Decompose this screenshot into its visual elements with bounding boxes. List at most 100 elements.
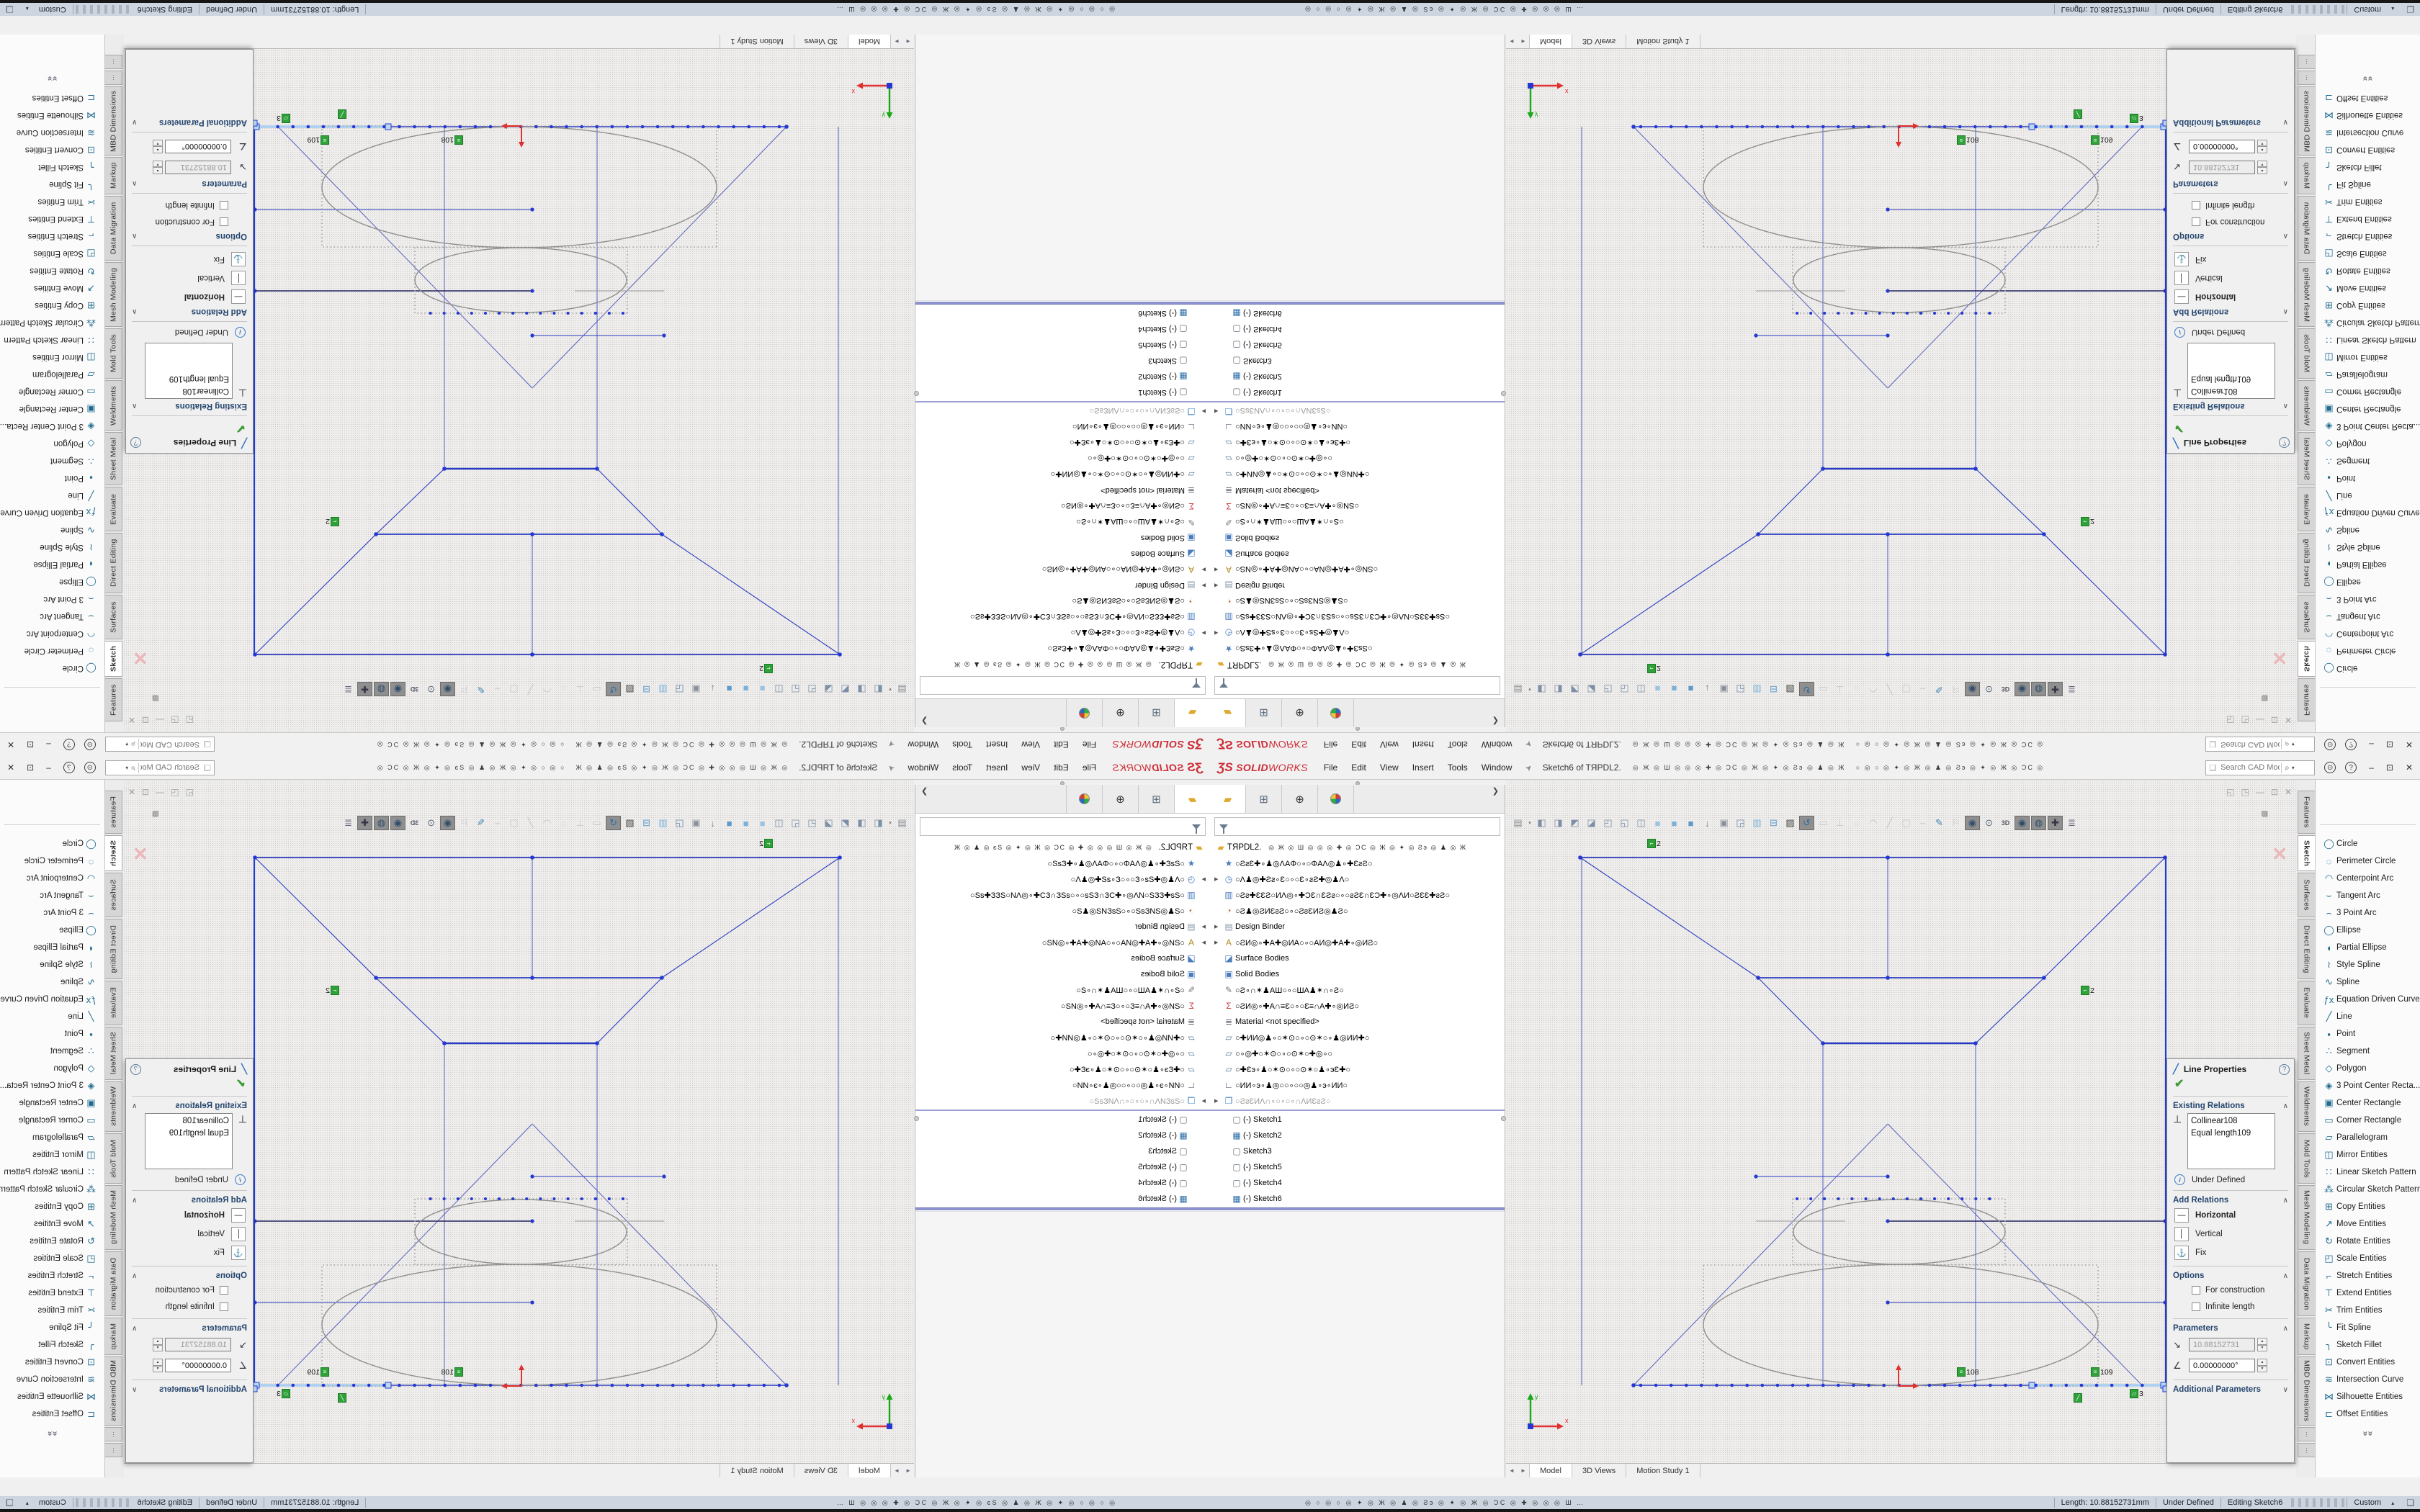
- expand-arrow-icon[interactable]: ▶: [1198, 1098, 1206, 1104]
- tree-item[interactable]: ▱ ○∘◎✚○✶⊙○∘○⊙✶○✚◎∘○: [1210, 451, 1505, 467]
- expand-arrow-icon[interactable]: ▶: [1198, 924, 1206, 930]
- close-button[interactable]: ✕: [7, 762, 14, 773]
- sketch-tool-item[interactable]: ╰ Fit Spline: [0, 1319, 104, 1336]
- tree-item[interactable]: ∟ ○ИИ∘э∘♟◎○○∘○○◎♟∘э∘ИИ○: [1210, 419, 1505, 435]
- feature-manager-tab[interactable]: ⊕: [1102, 699, 1138, 727]
- sketch-tree-item[interactable]: ▢ (-) Sketch4: [1226, 1175, 1505, 1191]
- restore-button[interactable]: ⊡: [2386, 739, 2393, 750]
- commandmanager-tab[interactable]: MBD Dimensions: [105, 86, 122, 156]
- menu-item[interactable]: Window: [908, 762, 939, 773]
- document-window-control[interactable]: —: [2256, 715, 2264, 725]
- sketch-tool-item[interactable]: ↗ Move Entities: [0, 279, 104, 297]
- rollback-bar[interactable]: [915, 302, 1210, 305]
- document-tab[interactable]: 3D Views: [1572, 35, 1626, 48]
- sketch-tool-item[interactable]: ◇ Polygon: [0, 435, 104, 452]
- parameter-input[interactable]: 10.88152731: [2189, 161, 2255, 174]
- menu-item[interactable]: Tools: [1448, 739, 1468, 750]
- sketch-tool-item[interactable]: ✂ Trim Entities: [2316, 193, 2420, 210]
- search-input[interactable]: [2219, 762, 2281, 773]
- add-relation-button[interactable]: │ Vertical: [2167, 1225, 2294, 1243]
- tree-item[interactable]: ≣ Material <not specified>: [1210, 1014, 1505, 1030]
- parameter-input[interactable]: 10.88152731: [165, 161, 231, 174]
- tree-root-item[interactable]: ▰ TЯPDL2. ◎ Ж ◎ Ш ◎ ◎ ◎ ✚ ◎ ƆС ◎ Ж ◎ ✦ ◎…: [915, 840, 1210, 855]
- sketch-tool-item[interactable]: ◫ Mirror Entities: [0, 348, 104, 366]
- sketch-tool-item[interactable]: ╮ Sketch Fillet: [2316, 158, 2420, 176]
- spinner[interactable]: ▲▼: [2257, 1338, 2267, 1351]
- tree-item[interactable]: ▱ ○✚Ɛэ∘♟○✶⊙○∘○⊙✶○♟∘эƐ✚○: [1210, 1061, 1505, 1077]
- spinner[interactable]: ▲▼: [2257, 140, 2267, 153]
- sketch-tool-item[interactable]: ≀ Style Spline: [2316, 539, 2420, 556]
- sketch-tool-item[interactable]: ∴ Segment: [2316, 1043, 2420, 1060]
- search-input[interactable]: [2219, 739, 2281, 750]
- add-relations-header[interactable]: Add Relations∧: [126, 306, 253, 318]
- sketch-tool-item[interactable]: ↻ Rotate Entities: [2316, 1233, 2420, 1250]
- sketch-tool-item[interactable]: ⌢ 3 Point Arc: [2316, 590, 2420, 608]
- search-caret-icon[interactable]: ▾: [2292, 742, 2295, 748]
- sketch-tool-item[interactable]: ╱ Line: [2316, 1008, 2420, 1025]
- sketch-tool-item[interactable]: ╱ Line: [0, 1008, 104, 1025]
- sketch-tool-item[interactable]: ∴ Segment: [2316, 452, 2420, 469]
- tree-item[interactable]: ▶ ❐ ○ƧƨƐИΛ∩∘○∘○∘∩ΛИƐƨƧ○: [1210, 403, 1505, 419]
- menu-item[interactable]: View: [1021, 762, 1040, 773]
- tabs-overflow-arrow[interactable]: ❯: [1487, 786, 1505, 796]
- relations-listbox[interactable]: Collinear108Equal length109: [2187, 1113, 2275, 1169]
- sketch-tool-item[interactable]: ◇ Polygon: [2316, 1060, 2420, 1077]
- add-relation-button[interactable]: — Horizontal: [126, 1206, 253, 1225]
- relation-entry[interactable]: Collinear108: [145, 384, 229, 397]
- search-box[interactable]: ❑ ⌕ ▾: [105, 737, 215, 752]
- commandmanager-tab[interactable]: Evaluate: [2298, 487, 2315, 531]
- sketch-tool-item[interactable]: ▱ Parallelogram: [2316, 366, 2420, 383]
- option-row[interactable]: For construction: [2167, 214, 2294, 230]
- expand-arrow-icon[interactable]: ▶: [1214, 1098, 1222, 1104]
- search-box[interactable]: ❑ ⌕ ▾: [105, 760, 215, 775]
- relation-entry[interactable]: Equal length109: [145, 372, 229, 384]
- tree-item[interactable]: ◪ Surface Bodies: [915, 546, 1210, 562]
- sketch-tool-item[interactable]: ◖ Partial Ellipse: [2316, 939, 2420, 956]
- panel-help-icon[interactable]: ?: [130, 1064, 141, 1075]
- sketch-tool-item[interactable]: ▭ Corner Rectangle: [0, 383, 104, 400]
- rollback-bar-top[interactable]: [915, 1110, 1210, 1111]
- menu-item[interactable]: Edit: [1054, 739, 1069, 750]
- commandmanager-tab[interactable]: Features: [2298, 678, 2315, 721]
- more-items-chevron[interactable]: »»: [2316, 73, 2420, 84]
- tab-scroll-button[interactable]: ►: [891, 1464, 902, 1477]
- tree-item[interactable]: ▱ ○∘◎✚○✶⊙○∘○⊙✶○✚◎∘○: [915, 1045, 1210, 1061]
- tree-item[interactable]: ★ ○ƧƨƐ✚∘♟◎ΛАΦ○∘○ΦАΛ◎♟∘✚ƐƨƧ○: [915, 855, 1210, 871]
- tree-item[interactable]: Σ ○ƧИ◎∘✚А∩≡Ɛ○∘○Ɛ≡∩А✚∘◎ИƧ○: [1210, 998, 1505, 1014]
- sketch-tool-item[interactable]: ╮ Sketch Fillet: [0, 1336, 104, 1354]
- sketch-tool-item[interactable]: ◯ Ellipse: [0, 922, 104, 939]
- additional-parameters-header[interactable]: Additional Parameters∨: [126, 117, 253, 128]
- sketch-tool-item[interactable]: ↗ Move Entities: [0, 1215, 104, 1233]
- tree-item[interactable]: ▣ Solid Bodies: [915, 530, 1210, 546]
- existing-relations-header[interactable]: Existing Relations∧: [126, 1100, 253, 1112]
- document-window-control[interactable]: —: [2256, 787, 2264, 797]
- expand-arrow-icon[interactable]: ▶: [1214, 582, 1222, 588]
- commandmanager-tab[interactable]: ⋮: [105, 1427, 122, 1441]
- tree-item[interactable]: ★ ○ƧƨƐ✚∘♟◎ΛАΦ○∘○ΦАΛ◎♟∘✚ƐƨƧ○: [1210, 855, 1505, 871]
- sketch-tool-item[interactable]: ⌐ Stretch Entities: [2316, 228, 2420, 245]
- sketch-tool-item[interactable]: ⊤ Extend Entities: [0, 1284, 104, 1302]
- tree-item[interactable]: ▶ ▤ Design Binder: [1210, 577, 1505, 593]
- document-tab[interactable]: 3D Views: [794, 1464, 848, 1477]
- parameter-input[interactable]: 0.00000000°: [165, 1359, 231, 1372]
- existing-relations-header[interactable]: Existing Relations∧: [2167, 1100, 2294, 1112]
- tab-scroll-button[interactable]: ◄: [1506, 35, 1518, 48]
- sketch-tool-item[interactable]: ◌ Perimeter Circle: [0, 642, 104, 660]
- commandmanager-tab[interactable]: ⋮: [105, 55, 122, 69]
- relations-listbox[interactable]: Collinear108Equal length109: [145, 1113, 233, 1169]
- tree-item[interactable]: ▱ ○✚ИИ◎♟∘○✶⊙○∘○⊙✶○∘♟◎ИИ✚○: [1210, 467, 1505, 482]
- sketch-tool-item[interactable]: ▣ Center Rectangle: [0, 400, 104, 418]
- sketch-tree-item[interactable]: ▢ Sketch3: [1226, 1143, 1505, 1159]
- sketch-tree-item[interactable]: ▦ (-) Sketch2: [1226, 369, 1505, 384]
- search-input[interactable]: [139, 739, 201, 750]
- add-relation-button[interactable]: — Horizontal: [2167, 287, 2294, 306]
- menu-item[interactable]: Insert: [1412, 762, 1434, 773]
- sketch-tree-item[interactable]: ▢ Sketch3: [915, 1143, 1194, 1159]
- sketch-tool-item[interactable]: ⊤ Extend Entities: [2316, 1284, 2420, 1302]
- menu-item[interactable]: View: [1380, 762, 1399, 773]
- relation-entry[interactable]: Equal length109: [2191, 372, 2275, 384]
- document-tab[interactable]: Model: [848, 35, 891, 48]
- existing-relations-header[interactable]: Existing Relations∧: [126, 400, 253, 412]
- sketch-tree-item[interactable]: ▢ (-) Sketch1: [915, 384, 1194, 400]
- sketch-tool-item[interactable]: ◇ Polygon: [2316, 435, 2420, 452]
